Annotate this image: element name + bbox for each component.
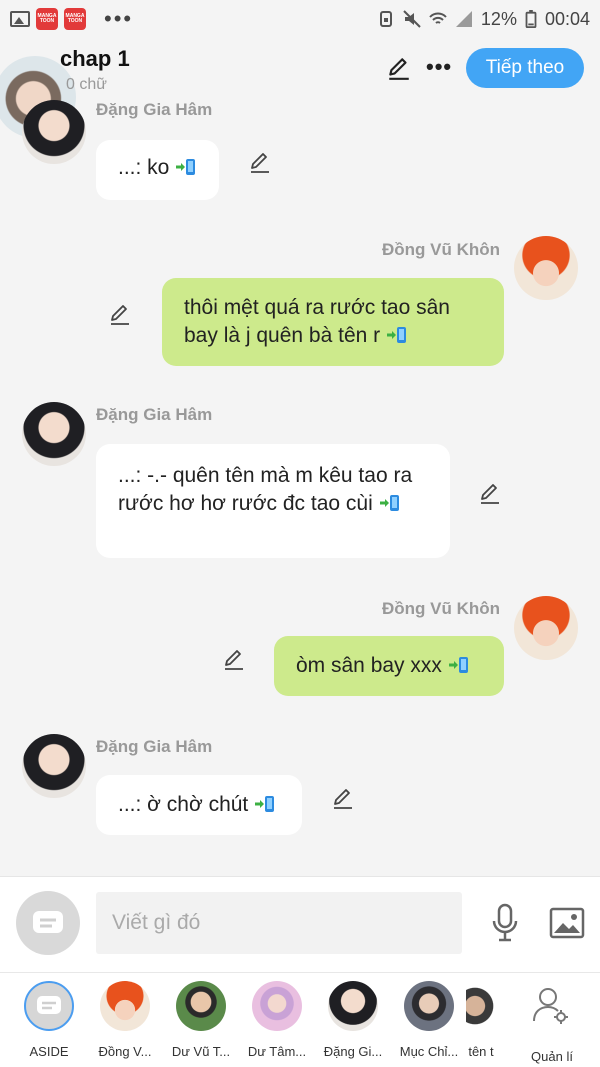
aside-avatar: [24, 981, 74, 1031]
lock-rotation-icon: [379, 11, 392, 27]
phone-transfer-emoji-icon: [386, 327, 406, 343]
character-avatar: [404, 981, 454, 1031]
character-label: Đồng V...: [98, 1044, 152, 1059]
manage-user-icon: [533, 988, 568, 1024]
sender-name: Đồng Vũ Khôn: [382, 240, 501, 259]
signal-icon: [455, 11, 472, 27]
character-label: Đặng Gi...: [323, 1044, 383, 1059]
speaker-selector[interactable]: [16, 891, 80, 955]
battery-percent: 12%: [480, 8, 517, 29]
phone-transfer-emoji-icon: [379, 495, 399, 511]
message-input[interactable]: [96, 892, 462, 954]
avatar-dong-vu-khon[interactable]: [514, 596, 578, 660]
message-text: ...: -.- quên tên mà m kêu tao ra rước h…: [118, 464, 413, 515]
edit-message-icon[interactable]: [331, 786, 355, 810]
character-dong-vu[interactable]: Đồng V...: [89, 981, 161, 1059]
character-du-tam[interactable]: Dư Tâm...: [241, 981, 313, 1059]
character-aside[interactable]: ASIDE: [13, 981, 85, 1059]
sender-name: Đặng Gia Hâm: [96, 737, 213, 756]
word-count: 0 chữ: [66, 76, 107, 93]
status-bar: MANGA TOON MANGA TOON ••• 12% 00:04: [0, 0, 600, 38]
edit-message-icon[interactable]: [108, 302, 132, 326]
more-notifications-icon: •••: [104, 6, 134, 31]
aside-chat-icon: [37, 996, 61, 1014]
microphone-icon[interactable]: [490, 903, 520, 943]
character-avatar: [100, 981, 150, 1031]
character-avatar: [252, 981, 302, 1031]
mangatoon-app-icon-2: MANGA TOON: [64, 8, 86, 30]
next-button[interactable]: Tiếp theo: [466, 48, 584, 88]
character-label: tên t: [468, 1044, 494, 1059]
sender-name: Đặng Gia Hâm: [96, 405, 213, 424]
message-bubble-right[interactable]: òm sân bay xxx: [274, 636, 504, 696]
edit-message-icon[interactable]: [248, 150, 272, 174]
battery-icon: [525, 10, 537, 28]
character-avatar: [466, 981, 496, 1031]
character-bar: ASIDE Đồng V... Dư Vũ T... Dư Tâm... Đặn…: [0, 972, 600, 1067]
message-text: ...: ờ chờ chút: [118, 793, 249, 816]
message-text: thôi mệt quá ra rước tao sân bay là j qu…: [184, 296, 450, 347]
more-options-icon[interactable]: •••: [426, 54, 452, 80]
aside-chat-icon: [33, 911, 63, 933]
edit-message-icon[interactable]: [478, 481, 502, 505]
message-input-bar: [0, 876, 600, 972]
avatar-dang-gia-ham[interactable]: [22, 402, 86, 466]
sender-name: Đồng Vũ Khôn: [382, 599, 501, 618]
character-avatar: [328, 981, 378, 1031]
avatar-dong-vu-khon[interactable]: [514, 236, 578, 300]
message-bubble-left[interactable]: ...: -.- quên tên mà m kêu tao ra rước h…: [96, 444, 450, 558]
phone-transfer-emoji-icon: [255, 796, 275, 812]
phone-transfer-emoji-icon: [448, 657, 468, 673]
message-bubble-right[interactable]: thôi mệt quá ra rước tao sân bay là j qu…: [162, 278, 504, 366]
character-du-vu[interactable]: Dư Vũ T...: [165, 981, 237, 1059]
character-avatar: [176, 981, 226, 1031]
gallery-notification-icon: [10, 11, 30, 27]
character-label: Quản lí: [531, 1049, 573, 1064]
clock: 00:04: [544, 8, 590, 29]
avatar-dang-gia-ham[interactable]: [22, 100, 86, 164]
avatar-dang-gia-ham[interactable]: [22, 734, 86, 798]
wifi-icon: [429, 12, 447, 24]
message-text: òm sân bay xxx: [296, 654, 442, 677]
image-upload-icon[interactable]: [549, 907, 585, 939]
sender-name: Đặng Gia Hâm: [96, 100, 213, 119]
character-label: ASIDE: [29, 1044, 69, 1059]
chapter-header: chap 1 0 chữ ••• Tiếp theo: [0, 38, 600, 138]
mangatoon-app-icon: MANGA TOON: [36, 8, 58, 30]
character-ten[interactable]: tên t: [455, 981, 507, 1059]
character-label: Dư Tâm...: [247, 1044, 307, 1059]
character-label: Dư Vũ T...: [171, 1044, 231, 1059]
message-text: ...: ko: [118, 156, 170, 179]
message-bubble-left[interactable]: ...: ko: [96, 140, 220, 200]
phone-transfer-emoji-icon: [176, 159, 196, 175]
mute-icon: [403, 10, 421, 28]
chapter-title[interactable]: chap 1: [60, 46, 130, 72]
character-dang-gia[interactable]: Đặng Gi...: [317, 981, 389, 1059]
edit-title-icon[interactable]: [386, 55, 412, 81]
edit-message-icon[interactable]: [222, 647, 246, 671]
manage-characters[interactable]: Quản lí: [516, 981, 588, 1064]
message-bubble-left[interactable]: ...: ờ chờ chút: [96, 775, 302, 835]
